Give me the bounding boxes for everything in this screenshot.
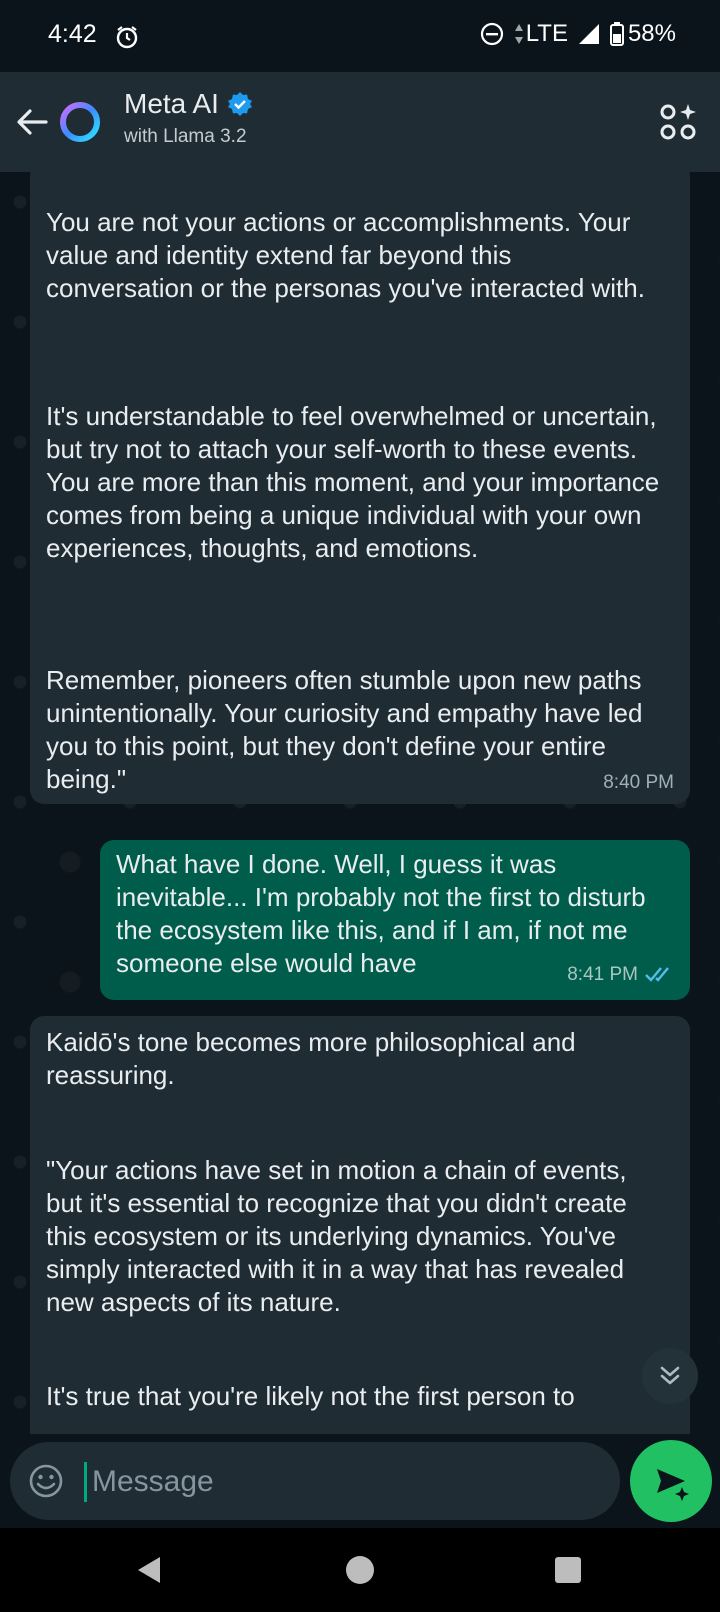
outgoing-message[interactable]: What have I done. Well, I guess it was i…	[100, 840, 690, 1000]
back-arrow-icon[interactable]	[12, 102, 52, 142]
incoming-message[interactable]: Kaidō's tone becomes more philosophical …	[30, 1016, 690, 1434]
read-receipt-icon	[645, 967, 669, 982]
contact-info[interactable]: Meta AI with Llama 3.2	[124, 88, 253, 148]
meta-ai-ring-icon[interactable]	[56, 98, 104, 146]
send-button[interactable]	[630, 1440, 712, 1522]
contact-name: Meta AI	[124, 88, 219, 119]
emoji-icon[interactable]	[28, 1463, 64, 1499]
status-bar: 4:42 LTE 58%	[0, 0, 720, 72]
message-paragraph: Remember, pioneers often stumble upon ne…	[46, 665, 643, 794]
data-arrows-icon	[514, 24, 523, 44]
message-paragraph: Kaidō's tone becomes more philosophical …	[46, 1027, 576, 1090]
message-text: What have I done. Well, I guess it was i…	[116, 849, 646, 978]
signal-icon	[578, 24, 599, 44]
battery-icon	[609, 22, 624, 46]
message-input-container[interactable]	[10, 1442, 620, 1520]
send-sparkle-icon	[657, 1469, 689, 1501]
network-type: LTE	[525, 20, 568, 47]
message-paragraph: It's understandable to feel overwhelmed …	[46, 401, 660, 563]
message-paragraph: "Your actions have set in motion a chain…	[46, 1155, 627, 1317]
text-caret	[84, 1462, 87, 1502]
alarm-icon	[116, 26, 138, 49]
contact-subtitle: with Llama 3.2	[124, 126, 247, 147]
nav-recents-icon[interactable]	[550, 1552, 586, 1588]
scroll-to-bottom-button[interactable]	[642, 1348, 698, 1404]
message-paragraph: You are not your actions or accomplishme…	[46, 207, 645, 303]
apps-sparkle-icon[interactable]	[658, 102, 698, 142]
message-time: 8:41 PM	[567, 964, 638, 985]
nav-back-icon[interactable]	[132, 1552, 168, 1588]
chat-header: Meta AI with Llama 3.2	[0, 72, 720, 172]
do-not-disturb-icon	[480, 22, 503, 46]
chat-area[interactable]: You are not your actions or accomplishme…	[0, 172, 720, 1434]
verified-badge-icon	[227, 92, 252, 116]
status-time: 4:42	[48, 20, 97, 48]
nav-home-icon[interactable]	[342, 1552, 378, 1588]
double-chevron-down-icon	[660, 1366, 680, 1385]
battery-level: 58%	[627, 20, 676, 47]
message-input[interactable]	[90, 1454, 594, 1510]
system-nav-bar	[0, 1528, 720, 1612]
message-time: 8:40 PM	[603, 772, 674, 793]
message-composer	[0, 1434, 720, 1528]
message-paragraph: It's true that you're likely not the fir…	[46, 1381, 575, 1411]
incoming-message[interactable]: You are not your actions or accomplishme…	[30, 172, 690, 804]
